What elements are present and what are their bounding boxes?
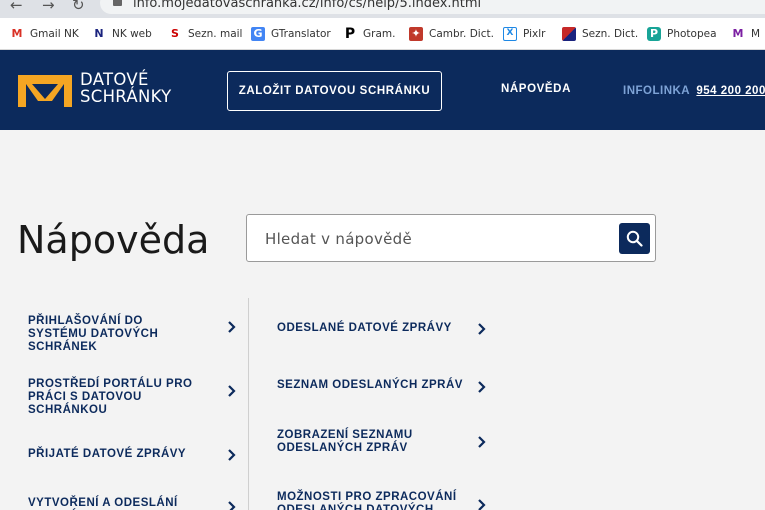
logo-line-2: SCHRÁNKY	[80, 87, 172, 106]
chevron-right-icon[interactable]	[227, 320, 237, 334]
logo-text[interactable]: DATOVÉ SCHRÁNKY	[80, 71, 172, 105]
search-icon	[626, 230, 643, 247]
logo-line-1: DATOVÉ	[80, 70, 149, 89]
menu-item-label: PŘIHLAŠOVÁNÍ DO SYSTÉMU DATOVÝCH SCHRÁNE…	[28, 315, 159, 353]
menu-item-label: VYTVOŘENÍ A ODESLÁNÍ DATOVÉ	[28, 497, 178, 509]
bookmark-label: Cambr. Dict.	[429, 28, 494, 40]
nk-icon: N	[94, 27, 104, 40]
datove-schranky-logo-icon[interactable]	[18, 75, 72, 112]
search-box	[246, 214, 656, 262]
page-title: Nápověda	[17, 218, 210, 262]
bookmark-label: M	[751, 28, 761, 40]
bookmark-label: Gmail NK	[30, 28, 79, 40]
bookmark-cambr-dict[interactable]: ✦ Cambr. Dict.	[409, 26, 494, 42]
menu-item-label: MOŽNOSTI PRO ZPRACOVÁNÍ ODESLANÝCH DATOV…	[277, 491, 457, 510]
lock-icon	[113, 0, 122, 6]
right-menu-item[interactable]: SEZNAM ODESLANÝCH ZPRÁV	[277, 379, 467, 392]
chevron-right-icon[interactable]	[227, 384, 237, 398]
right-menu-item[interactable]: MOŽNOSTI PRO ZPRACOVÁNÍ ODESLANÝCH DATOV…	[277, 491, 472, 510]
site-header: DATOVÉ SCHRÁNKY ZALOŽIT DATOVOU SCHRÁNKU…	[0, 50, 765, 130]
infolinka-label: INFOLINKA	[623, 85, 690, 97]
left-menu-item[interactable]: PŘIJATÉ DATOVÉ ZPRÁVY	[28, 448, 203, 461]
bookmark-sezn-mail[interactable]: S Sezn. mail	[168, 26, 242, 42]
create-mailbox-button[interactable]: ZALOŽIT DATOVOU SCHRÁNKU	[227, 71, 442, 111]
menu-divider	[248, 298, 249, 510]
back-arrow-icon[interactable]: ←	[10, 0, 23, 14]
bookmark-gtranslator[interactable]: G GTranslator	[251, 26, 331, 42]
right-menu-item[interactable]: ODESLANÉ DATOVÉ ZPRÁVY	[277, 322, 467, 335]
cambridge-icon: ✦	[409, 27, 423, 41]
reload-icon[interactable]: ↻	[72, 0, 85, 14]
bookmark-label: GTranslator	[271, 28, 331, 40]
url-text[interactable]: info.mojedatovaschranka.cz/info/cs/help/…	[133, 0, 481, 11]
bookmark-label: NK web	[112, 28, 152, 40]
bookmark-label: Gram.	[363, 28, 396, 40]
menu-item-label: PŘIJATÉ DATOVÉ ZPRÁVY	[28, 448, 187, 460]
menu-item-label: ZOBRAZENÍ SEZNAMU ODESLANÝCH ZPRÁV	[277, 429, 413, 454]
chevron-right-icon[interactable]	[477, 498, 487, 510]
translate-icon: G	[251, 27, 265, 41]
chevron-right-icon[interactable]	[227, 500, 237, 510]
search-button[interactable]	[619, 223, 650, 254]
menu-item-label: SEZNAM ODESLANÝCH ZPRÁV	[277, 379, 463, 391]
chevron-right-icon[interactable]	[227, 448, 237, 462]
bookmark-label: Pixlr	[523, 28, 546, 40]
left-menu-item[interactable]: PŘIHLAŠOVÁNÍ DO SYSTÉMU DATOVÝCH SCHRÁNE…	[28, 315, 203, 354]
bookmark-gmail-nk[interactable]: M Gmail NK	[10, 26, 79, 42]
m-icon: M	[732, 27, 744, 40]
p-icon: P	[344, 26, 356, 42]
seznam-icon: S	[171, 27, 179, 40]
bookmark-label: Photopea	[667, 28, 717, 40]
right-menu-item[interactable]: ZOBRAZENÍ SEZNAMU ODESLANÝCH ZPRÁV	[277, 429, 437, 455]
chevron-right-icon[interactable]	[477, 435, 487, 449]
menu-item-label: ODESLANÉ DATOVÉ ZPRÁVY	[277, 322, 452, 334]
pixlr-icon: X	[503, 27, 517, 41]
chevron-right-icon[interactable]	[477, 380, 487, 394]
bookmark-sezn-dict[interactable]: Sezn. Dict.	[562, 26, 638, 42]
bookmark-label: Sezn. mail	[188, 28, 243, 40]
bookmarks-bar: M Gmail NK N NK web S Sezn. mail G GTran…	[0, 18, 765, 50]
infolinka-number-link[interactable]: 954 200 200	[696, 85, 765, 97]
infolinka: INFOLINKA 954 200 200	[623, 85, 765, 97]
bookmark-nk-web[interactable]: N NK web	[92, 26, 152, 42]
left-menu-item[interactable]: VYTVOŘENÍ A ODESLÁNÍ DATOVÉ	[28, 497, 228, 510]
menu-item-label: PROSTŘEDÍ PORTÁLU PRO PRÁCI S DATOVOU SC…	[28, 378, 193, 416]
flag-icon	[562, 27, 576, 41]
chevron-right-icon[interactable]	[477, 322, 487, 336]
browser-toolbar: ← → ↻ info.mojedatovaschranka.cz/info/cs…	[0, 0, 765, 18]
bookmark-photopea[interactable]: P Photopea	[647, 26, 717, 42]
help-nav-link[interactable]: NÁPOVĚDA	[501, 83, 571, 95]
forward-arrow-icon[interactable]: →	[42, 0, 55, 14]
bookmark-m[interactable]: M M	[731, 26, 761, 42]
bookmark-label: Sezn. Dict.	[582, 28, 639, 40]
photopea-icon: P	[647, 27, 661, 41]
left-menu-item[interactable]: PROSTŘEDÍ PORTÁLU PRO PRÁCI S DATOVOU SC…	[28, 378, 203, 417]
search-input[interactable]	[265, 228, 605, 250]
bookmark-gram[interactable]: P Gram.	[343, 26, 396, 42]
bookmark-pixlr[interactable]: X Pixlr	[503, 26, 545, 42]
gmail-icon: M	[11, 27, 23, 40]
